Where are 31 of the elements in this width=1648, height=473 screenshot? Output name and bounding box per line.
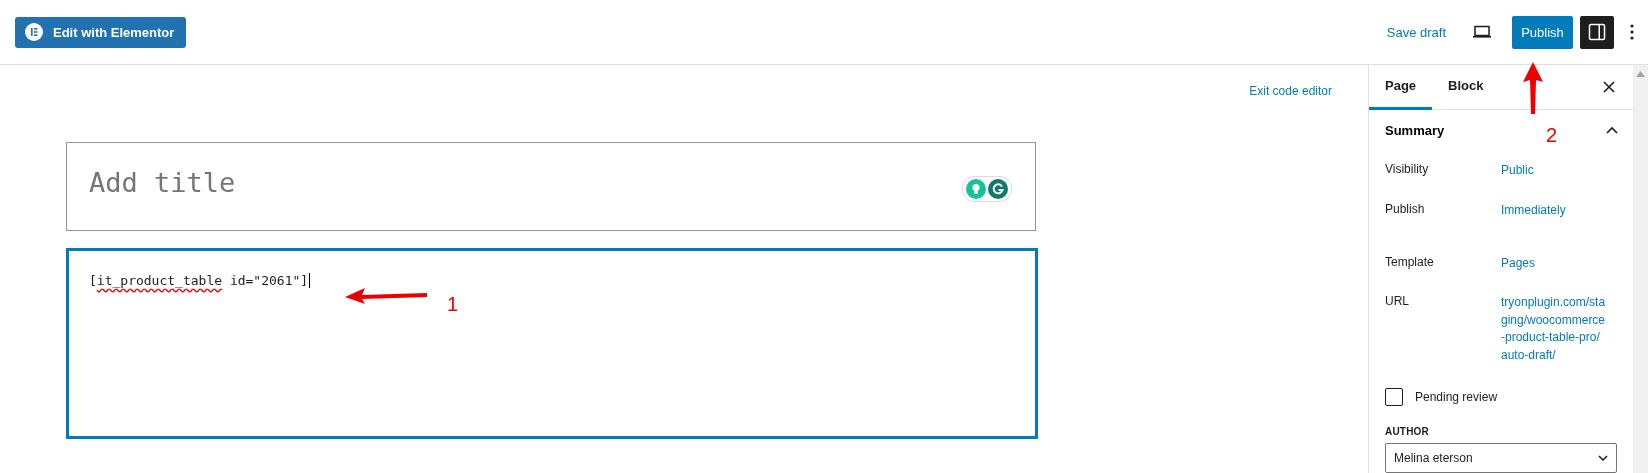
field-label: Template bbox=[1385, 253, 1435, 271]
grammarly-logo-icon bbox=[988, 179, 1008, 199]
annotation-number: 2 bbox=[1546, 124, 1558, 147]
shortcode-text: [it_product_table id="2061"] bbox=[89, 273, 311, 288]
annotation-arrow bbox=[1522, 62, 1544, 114]
grammarly-widget[interactable] bbox=[962, 176, 1012, 202]
annotation-number: 1 bbox=[447, 293, 459, 316]
author-select[interactable]: Melina eterson bbox=[1385, 442, 1617, 473]
select-value: Melina eterson bbox=[1394, 450, 1473, 465]
field-label: URL bbox=[1385, 293, 1410, 311]
checkbox[interactable] bbox=[1385, 387, 1403, 406]
field-value-link[interactable]: Immediately bbox=[1501, 191, 1606, 231]
author-label: AUTHOR bbox=[1384, 424, 1430, 439]
field-label: Visibility bbox=[1385, 161, 1430, 179]
field-value-link[interactable]: Public bbox=[1501, 152, 1606, 192]
lightbulb-icon bbox=[966, 179, 986, 199]
field-label: Publish bbox=[1385, 200, 1426, 218]
sidebar-tab[interactable]: Block bbox=[1432, 65, 1500, 110]
publish-button[interactable]: Publish bbox=[1512, 15, 1573, 49]
scroll-up-icon bbox=[1636, 71, 1645, 77]
sidebar-toggle-icon[interactable] bbox=[1580, 15, 1614, 49]
sidebar-tab[interactable]: Page bbox=[1369, 65, 1433, 110]
field-value-link[interactable]: tryonplugin.com/staging/woocommerce-product-table-pro/auto-draft/ bbox=[1501, 284, 1606, 376]
exit-code-editor-link[interactable]: Exit code editor bbox=[1249, 84, 1332, 98]
edit-with-elementor-button[interactable]: Edit with Elementor bbox=[15, 16, 187, 48]
save-draft-link[interactable]: Save draft bbox=[1386, 24, 1446, 40]
elementor-logo-icon bbox=[25, 23, 43, 41]
title-field[interactable]: Add title bbox=[66, 142, 1036, 231]
checkbox-label: Pending review bbox=[1415, 389, 1498, 404]
chevron-down-icon bbox=[1598, 454, 1608, 461]
field-value-link[interactable]: Pages bbox=[1501, 230, 1606, 285]
